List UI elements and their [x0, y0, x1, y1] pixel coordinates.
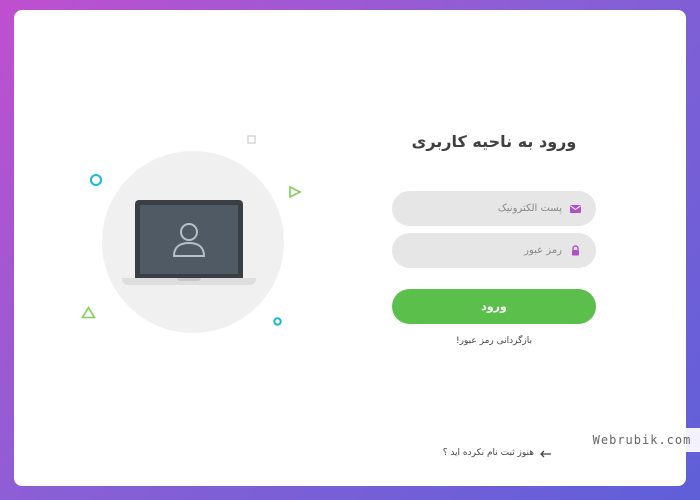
password-field[interactable] [392, 233, 596, 268]
laptop-illustration [135, 200, 243, 278]
decorative-play-icon [289, 185, 302, 199]
email-input[interactable] [412, 191, 562, 226]
decorative-triangle-icon [81, 306, 96, 319]
login-illustration [14, 10, 344, 486]
decorative-dot-icon [273, 317, 282, 326]
lock-icon [572, 245, 579, 256]
login-button[interactable]: ورود [392, 289, 596, 324]
register-link[interactable]: هنوز ثبت نام نکرده اید ؟ [432, 448, 552, 462]
email-field[interactable] [392, 191, 596, 226]
login-card: ورود به ناحیه کاربری ورود بازگردانی رمز … [14, 10, 686, 486]
envelope-icon [570, 205, 581, 213]
login-title: ورود به ناحیه کاربری [411, 132, 577, 151]
register-link-label: هنوز ثبت نام نکرده اید ؟ [442, 448, 534, 458]
forgot-password-link[interactable]: بازگردانی رمز عبور! [392, 336, 596, 346]
arrow-left-icon [540, 450, 551, 458]
decorative-square-icon [247, 135, 256, 144]
decorative-circle-icon [90, 174, 102, 186]
watermark: Webrubik.com [584, 428, 700, 452]
laptop-screen-display [140, 205, 238, 274]
user-icon [172, 223, 206, 257]
password-input[interactable] [412, 233, 562, 268]
laptop-notch [177, 278, 201, 281]
